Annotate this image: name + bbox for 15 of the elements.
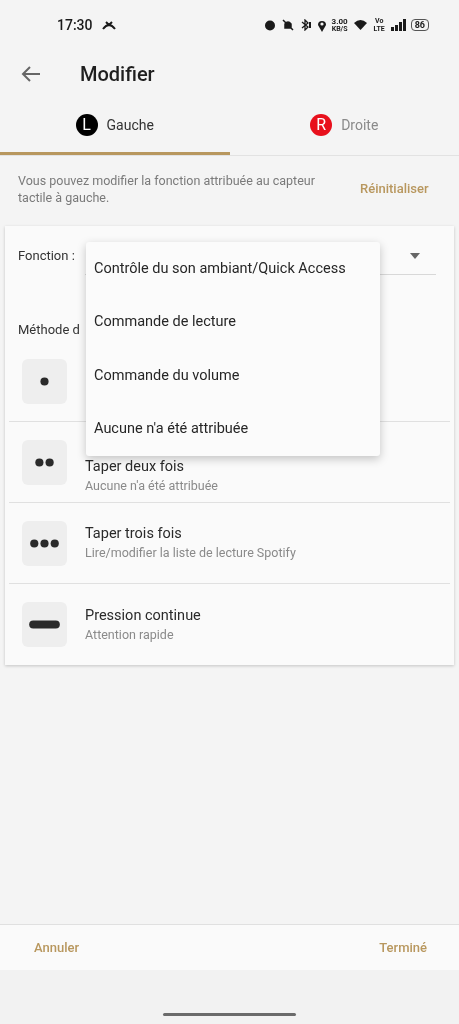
method-subtitle: Lire/modifier la liste de lecture Spotify bbox=[85, 544, 296, 562]
network-speed: 3.00 bbox=[331, 17, 348, 26]
method-title: Taper trois fois bbox=[85, 524, 183, 544]
page-title: Modifier bbox=[80, 61, 155, 88]
method-title: Pression continue bbox=[85, 605, 201, 626]
method-subtitle: Attention rapide bbox=[85, 625, 175, 644]
side-badge: R bbox=[310, 114, 333, 136]
status-time: 17:30 bbox=[57, 15, 93, 35]
method-subtitle: Aucune n'a été attribuée bbox=[85, 477, 218, 495]
battery-indicator: 86 bbox=[410, 19, 429, 31]
function-label: Fonction : bbox=[18, 247, 76, 266]
side-badge: L bbox=[75, 114, 98, 136]
method-label: Méthode d bbox=[18, 320, 80, 339]
description-text: Vous pouvez modifier la fonction attribuée au capteur tactile à gauche. bbox=[18, 172, 316, 206]
method-title: Taper deux fois bbox=[85, 457, 186, 477]
